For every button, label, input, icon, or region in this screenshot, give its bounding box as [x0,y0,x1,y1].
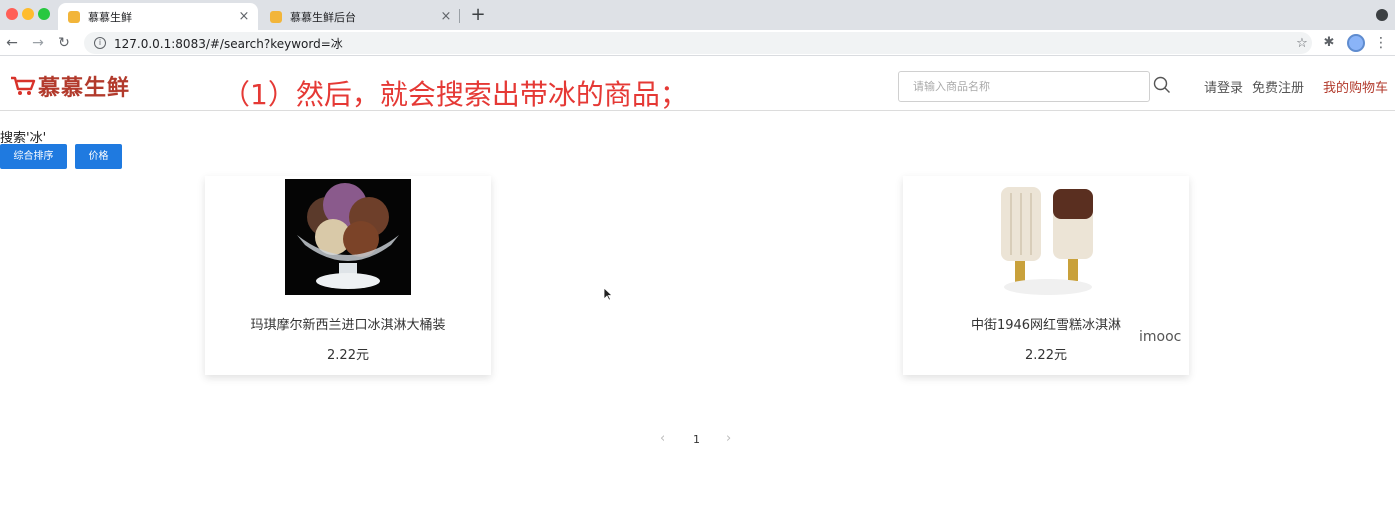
popsicle-image[interactable] [983,179,1109,295]
sort-default-button[interactable]: 综合排序 [0,144,67,169]
site-logo[interactable]: 慕慕生鲜 [10,69,130,103]
pagination-page-1[interactable]: 1 [693,433,700,446]
pagination-next-button[interactable]: › [726,431,731,446]
product-card[interactable]: 玛琪摩尔新西兰进口冰淇淋大桶装 2.22元 [205,176,491,375]
logo-text: 慕慕生鲜 [38,75,131,101]
window-maximize-button[interactable] [38,8,50,20]
tab-title: 慕慕生鲜 [88,10,132,24]
browser-menu-icon[interactable]: ⋮ [1374,34,1388,52]
browser-tab-active[interactable]: 慕慕生鲜 × [58,3,258,30]
window-minimize-button[interactable] [22,8,34,20]
register-link[interactable]: 免费注册 [1252,77,1304,96]
tab-close-icon[interactable]: × [234,9,254,24]
browser-tabstrip: 慕慕生鲜 × 慕慕生鲜后台 × + [0,0,1395,30]
browser-toolbar: ← → ↻ i 127.0.0.1:8083/#/search?keyword=… [0,30,1395,56]
new-tab-button[interactable]: + [468,4,488,26]
profile-avatar[interactable] [1347,34,1365,52]
bookmark-star-icon[interactable]: ☆ [1292,36,1312,51]
site-info-icon[interactable]: i [94,37,106,49]
back-arrow-icon[interactable]: ← [2,33,22,53]
sort-price-button[interactable]: 价格 [75,144,122,169]
tab-title: 慕慕生鲜后台 [290,10,356,24]
login-link[interactable]: 请登录 [1204,77,1243,96]
product-price: 2.22元 [327,348,369,363]
browser-tab-admin[interactable]: 慕慕生鲜后台 × [260,3,460,30]
tutorial-caption: （1）然后，就会搜索出带冰的商品； [222,78,688,111]
site-header: 慕慕生鲜 （1）然后，就会搜索出带冰的商品； 请输入商品名称 请登录 免费注册 … [0,57,1395,111]
tab-close-icon[interactable]: × [436,9,456,24]
window-close-button[interactable] [6,8,18,20]
search-icon[interactable] [1153,76,1171,94]
favicon-icon [68,10,80,23]
reload-icon[interactable]: ↻ [54,33,74,53]
imooc-watermark: imooc [1139,329,1182,345]
forward-arrow-icon[interactable]: → [28,33,48,53]
ice-cream-bowl-image[interactable] [285,179,411,295]
product-card[interactable]: 中街1946网红雪糕冰淇淋 2.22元 [903,176,1189,375]
pagination-prev-button[interactable]: ‹ [660,431,665,446]
favicon-icon [270,10,282,23]
address-bar[interactable]: i 127.0.0.1:8083/#/search?keyword=冰 ☆ [84,32,1312,54]
tab-search-icon[interactable] [1376,9,1388,21]
product-price: 2.22元 [1025,348,1067,363]
extensions-puzzle-icon[interactable]: ✱ [1320,34,1338,52]
my-cart-link[interactable]: 我的购物车 [1323,77,1388,96]
product-search-input[interactable]: 请输入商品名称 [898,71,1150,102]
shopping-cart-icon [10,75,36,97]
address-url[interactable]: 127.0.0.1:8083/#/search?keyword=冰 [114,35,1292,52]
tab-separator [459,9,460,23]
mouse-cursor-icon [603,287,613,301]
product-name[interactable]: 玛琪摩尔新西兰进口冰淇淋大桶装 [205,314,491,333]
